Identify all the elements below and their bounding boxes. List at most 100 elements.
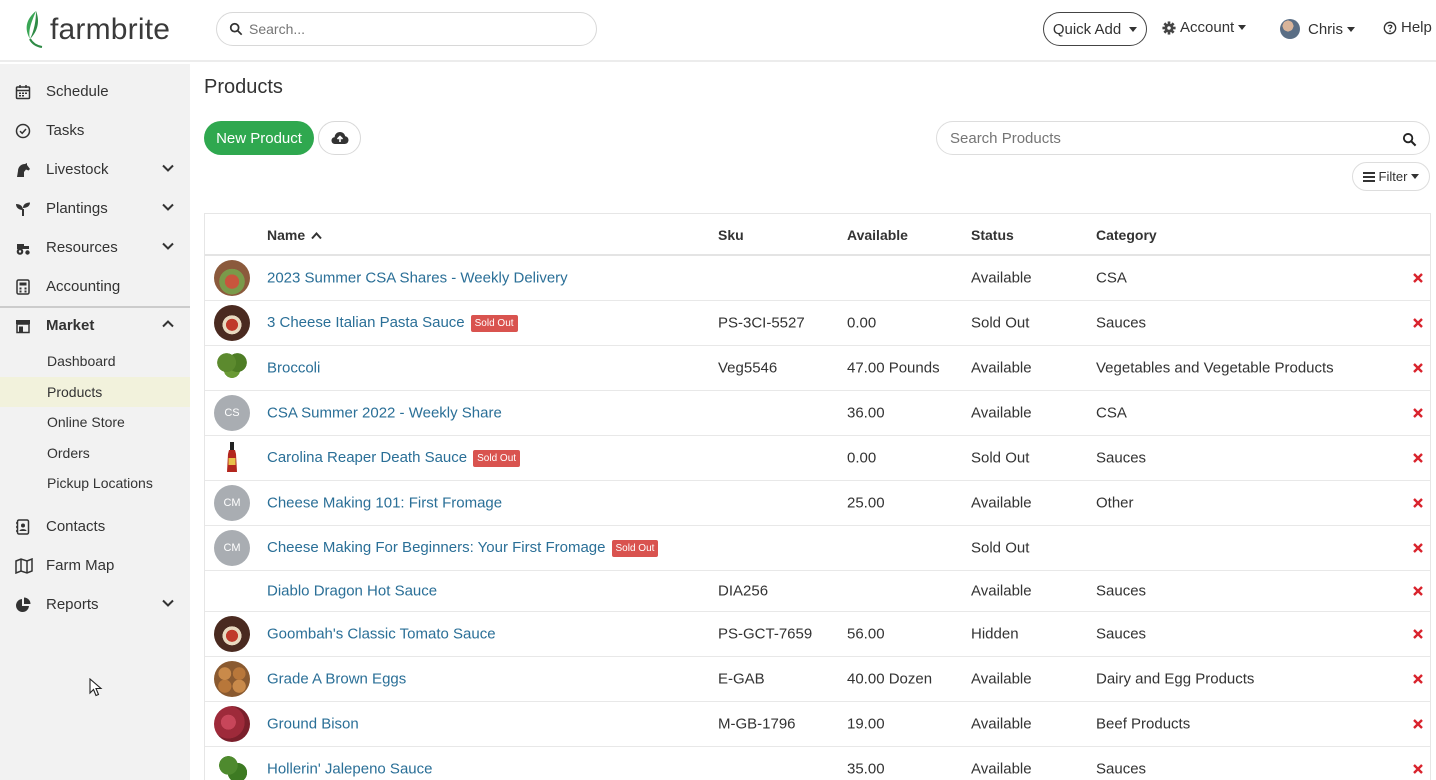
- search-icon[interactable]: [1402, 132, 1417, 147]
- sidebar-item-label: Farm Map: [46, 557, 115, 574]
- caret-down-icon: [1347, 26, 1356, 32]
- table-row[interactable]: Broccoli Veg5546 47.00 Pounds Available …: [205, 346, 1430, 391]
- product-name-link[interactable]: 3 Cheese Italian Pasta Sauce: [267, 314, 465, 331]
- table-row[interactable]: CM Cheese Making For Beginners: Your Fir…: [205, 526, 1430, 571]
- product-name-link[interactable]: Goombah's Classic Tomato Sauce: [267, 626, 496, 643]
- sidebar-item-reports[interactable]: Reports: [0, 585, 190, 624]
- product-search-input[interactable]: [950, 129, 1390, 147]
- sidebar-item-market[interactable]: Market: [0, 306, 190, 345]
- global-search[interactable]: [216, 12, 597, 46]
- quick-add-button[interactable]: Quick Add: [1043, 12, 1147, 46]
- mouse-cursor-icon: [89, 678, 103, 697]
- sidebar-subitem-pickup-locations[interactable]: Pickup Locations: [0, 468, 190, 498]
- delete-icon[interactable]: [1413, 408, 1423, 418]
- user-menu[interactable]: Chris: [1280, 19, 1356, 39]
- help-link[interactable]: Help: [1383, 19, 1432, 36]
- table-row[interactable]: Hollerin' Jalepeno Sauce 35.00 Available…: [205, 747, 1430, 780]
- sidebar-item-tasks[interactable]: Tasks: [0, 111, 190, 150]
- product-name-link[interactable]: Carolina Reaper Death Sauce: [267, 449, 467, 466]
- product-search[interactable]: [936, 121, 1430, 155]
- table-row[interactable]: Grade A Brown Eggs E-GAB 40.00 Dozen Ava…: [205, 657, 1430, 702]
- product-available: 35.00: [847, 760, 885, 778]
- delete-icon[interactable]: [1413, 498, 1423, 508]
- product-available: 0.00: [847, 314, 877, 332]
- table-row[interactable]: CS CSA Summer 2022 - Weekly Share 36.00 …: [205, 391, 1430, 436]
- product-thumbnail: [214, 440, 250, 476]
- delete-icon[interactable]: [1413, 543, 1423, 553]
- table-row[interactable]: 3 Cheese Italian Pasta Sauce Sold Out PS-…: [205, 301, 1430, 346]
- filter-button[interactable]: Filter: [1352, 162, 1430, 191]
- product-status: Available: [971, 359, 1032, 377]
- global-search-input[interactable]: [249, 21, 569, 37]
- products-table: Name Sku Available Status Category 2023 …: [204, 213, 1431, 780]
- sidebar-item-schedule[interactable]: Schedule: [0, 72, 190, 111]
- column-header-available[interactable]: Available: [847, 227, 908, 243]
- sidebar-subitem-products[interactable]: Products: [0, 377, 190, 407]
- column-header-sku[interactable]: Sku: [718, 227, 744, 243]
- sidebar-item-label: Schedule: [46, 83, 109, 100]
- product-name-link[interactable]: CSA Summer 2022 - Weekly Share: [267, 405, 502, 422]
- delete-icon[interactable]: [1413, 719, 1423, 729]
- product-status: Available: [971, 269, 1032, 287]
- sold-out-badge: Sold Out: [470, 315, 518, 332]
- list-icon: [1362, 171, 1375, 182]
- account-menu[interactable]: Account: [1162, 19, 1247, 36]
- delete-icon[interactable]: [1413, 363, 1423, 373]
- caret-down-icon: [1411, 174, 1420, 179]
- hot-sauce-bottle-icon: [227, 442, 237, 472]
- table-row[interactable]: 2023 Summer CSA Shares - Weekly Delivery…: [205, 256, 1430, 301]
- account-label: Account: [1180, 19, 1235, 36]
- chevron-down-icon: [162, 242, 174, 250]
- sidebar-item-farm-map[interactable]: Farm Map: [0, 546, 190, 585]
- product-category: Vegetables and Vegetable Products: [1096, 359, 1334, 377]
- product-name-link[interactable]: Broccoli: [267, 360, 320, 377]
- import-button[interactable]: [318, 121, 361, 155]
- delete-icon[interactable]: [1413, 318, 1423, 328]
- sidebar-item-label: Plantings: [46, 200, 108, 217]
- sidebar-item-resources[interactable]: Resources: [0, 228, 190, 267]
- column-header-name[interactable]: Name: [267, 227, 322, 243]
- product-name-link[interactable]: Ground Bison: [267, 716, 359, 733]
- sidebar-subitem-orders[interactable]: Orders: [0, 438, 190, 468]
- sold-out-badge: Sold Out: [473, 450, 521, 467]
- delete-icon[interactable]: [1413, 764, 1423, 774]
- top-bar: farmbrite Quick Add Account Chris Help: [0, 0, 1436, 62]
- product-thumbnail: [214, 616, 250, 652]
- delete-icon[interactable]: [1413, 273, 1423, 283]
- product-status: Sold Out: [971, 449, 1030, 467]
- sidebar-item-plantings[interactable]: Plantings: [0, 189, 190, 228]
- table-row[interactable]: Diablo Dragon Hot Sauce DIA256 Available…: [205, 571, 1430, 612]
- product-status: Available: [971, 404, 1032, 422]
- delete-icon[interactable]: [1413, 453, 1423, 463]
- product-sku: DIA256: [718, 582, 769, 600]
- delete-icon[interactable]: [1413, 674, 1423, 684]
- delete-icon[interactable]: [1413, 586, 1423, 596]
- product-thumbnail: [214, 350, 250, 386]
- new-product-button[interactable]: New Product: [204, 121, 314, 155]
- product-sku: PS-3CI-5527: [718, 314, 805, 332]
- column-header-status[interactable]: Status: [971, 227, 1014, 243]
- table-row[interactable]: Goombah's Classic Tomato Sauce PS-GCT-76…: [205, 612, 1430, 657]
- product-name-link[interactable]: Diablo Dragon Hot Sauce: [267, 583, 437, 600]
- product-category: CSA: [1096, 269, 1127, 287]
- product-name-link[interactable]: Cheese Making For Beginners: Your First …: [267, 539, 606, 556]
- table-row[interactable]: Ground Bison M-GB-1796 19.00 Available B…: [205, 702, 1430, 747]
- sidebar-item-accounting[interactable]: Accounting: [0, 267, 190, 306]
- product-name-link[interactable]: Grade A Brown Eggs: [267, 671, 406, 688]
- table-header: Name Sku Available Status Category: [205, 214, 1430, 256]
- product-name-link[interactable]: Hollerin' Jalepeno Sauce: [267, 761, 432, 778]
- store-icon: [16, 319, 30, 333]
- product-name-link[interactable]: 2023 Summer CSA Shares - Weekly Delivery: [267, 270, 568, 287]
- delete-icon[interactable]: [1413, 629, 1423, 639]
- sidebar-subitem-online-store[interactable]: Online Store: [0, 407, 190, 437]
- sidebar-subitem-dashboard[interactable]: Dashboard: [0, 346, 190, 376]
- sidebar-item-livestock[interactable]: Livestock: [0, 150, 190, 189]
- table-row[interactable]: CM Cheese Making 101: First Fromage 25.0…: [205, 481, 1430, 526]
- sidebar-item-contacts[interactable]: Contacts: [0, 507, 190, 546]
- farmbrite-logo[interactable]: farmbrite: [22, 9, 170, 51]
- quick-add-label: Quick Add: [1052, 20, 1122, 38]
- product-name-link[interactable]: Cheese Making 101: First Fromage: [267, 495, 502, 512]
- column-header-category[interactable]: Category: [1096, 227, 1157, 243]
- table-row[interactable]: Carolina Reaper Death Sauce Sold Out 0.00…: [205, 436, 1430, 481]
- product-status: Available: [971, 760, 1032, 778]
